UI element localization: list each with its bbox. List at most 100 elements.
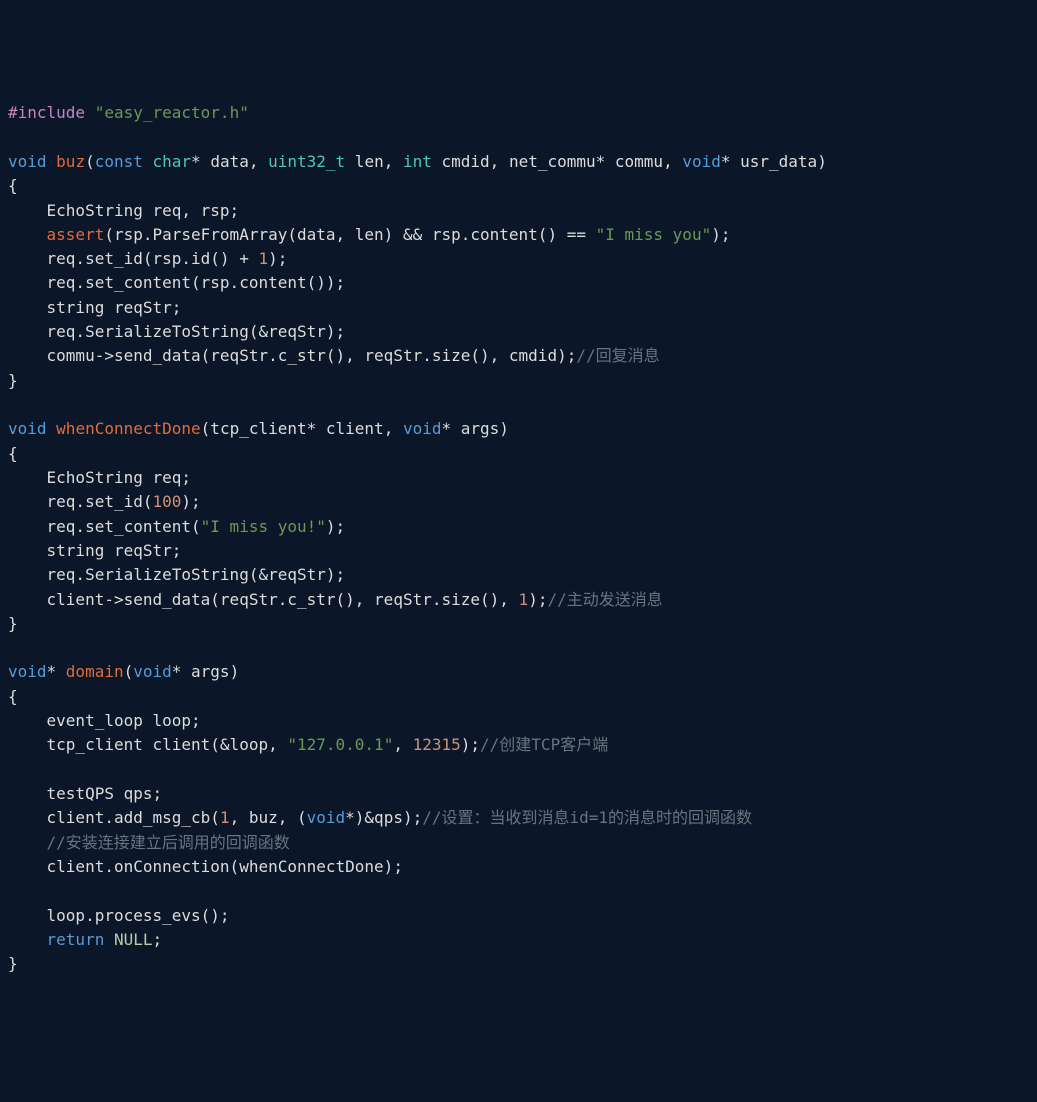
token-kw: return [47,930,114,949]
code-line: testQPS qps; [8,782,1029,806]
token-str: "I miss you" [596,225,712,244]
token-cmt: //主动发送消息 [547,590,662,609]
token-num: 1 [258,249,268,268]
code-line [8,393,1029,417]
code-line: commu->send_data(reqStr.c_str(), reqStr.… [8,344,1029,368]
code-line: } [8,369,1029,393]
token-type: char [153,152,192,171]
token-str: "I miss you!" [201,517,326,536]
token-pl [8,930,47,949]
token-pl: * [47,662,66,681]
code-line: return NULL; [8,928,1029,952]
code-line [8,758,1029,782]
code-line: client.onConnection(whenConnectDone); [8,855,1029,879]
token-cmt: //回复消息 [576,346,659,365]
code-line: EchoString req; [8,466,1029,490]
token-pl [8,833,47,852]
token-pl: client->send_data(reqStr.c_str(), reqStr… [8,590,519,609]
token-pl: ); [461,735,480,754]
token-cmt: //安装连接建立后调用的回调函数 [47,833,290,852]
token-pl: testQPS qps; [8,784,162,803]
token-type: uint32_t [268,152,345,171]
token-pl: } [8,371,18,390]
token-pl: * data, [191,152,268,171]
token-kw: void [403,419,442,438]
code-line: string reqStr; [8,539,1029,563]
token-pl: len, [345,152,403,171]
code-block: #include "easy_reactor.h" void buz(const… [8,101,1029,976]
token-pl: , buz, ( [230,808,307,827]
token-kw: void [133,662,172,681]
token-pl: * usr_data) [721,152,827,171]
token-pl: loop.process_evs(); [8,906,230,925]
token-pl: EchoString req; [8,468,191,487]
token-pl: ; [153,930,163,949]
code-line: tcp_client client(&loop, "127.0.0.1", 12… [8,733,1029,757]
code-line: assert(rsp.ParseFromArray(data, len) && … [8,223,1029,247]
token-pl: EchoString req, rsp; [8,201,239,220]
code-line: req.set_content("I miss you!"); [8,515,1029,539]
token-num: 1 [220,808,230,827]
code-line: { [8,442,1029,466]
token-pl: ); [528,590,547,609]
code-line [8,636,1029,660]
token-str: "127.0.0.1" [287,735,393,754]
token-fn: domain [66,662,124,681]
token-pl: event_loop loop; [8,711,201,730]
token-pl: commu->send_data(reqStr.c_str(), reqStr.… [8,346,576,365]
token-kw: void [682,152,721,171]
token-pl: } [8,954,18,973]
token-pl: req.SerializeToString(&reqStr); [8,565,345,584]
token-kw: void [307,808,346,827]
token-pl: ( [85,152,95,171]
token-kw: void [8,152,56,171]
code-line: { [8,174,1029,198]
code-line: void buz(const char* data, uint32_t len,… [8,150,1029,174]
token-pl: req.set_content( [8,517,201,536]
code-line: client->send_data(reqStr.c_str(), reqStr… [8,588,1029,612]
code-line [8,126,1029,150]
code-line: req.SerializeToString(&reqStr); [8,320,1029,344]
token-pl: ); [326,517,345,536]
code-line: req.SerializeToString(&reqStr); [8,563,1029,587]
token-kw: void [8,419,56,438]
code-line: event_loop loop; [8,709,1029,733]
token-pl: client.add_msg_cb( [8,808,220,827]
token-kw: void [8,662,47,681]
token-pl: *)&qps); [345,808,422,827]
token-nul: NULL [114,930,153,949]
token-pl [8,225,47,244]
token-pl: client.onConnection(whenConnectDone); [8,857,403,876]
code-line: client.add_msg_cb(1, buz, (void*)&qps);/… [8,806,1029,830]
token-fn: assert [47,225,105,244]
token-num: 1 [519,590,529,609]
token-pl: ); [181,492,200,511]
token-cmt: //设置：当收到消息id=1的消息时的回调函数 [422,808,752,827]
token-pl: req.SerializeToString(&reqStr); [8,322,345,341]
code-line: EchoString req, rsp; [8,199,1029,223]
token-pl: * args) [172,662,239,681]
token-kw: const [95,152,153,171]
token-type: int [403,152,432,171]
token-pl: string reqStr; [8,541,181,560]
token-num: 12315 [413,735,461,754]
token-pl: req.set_id( [8,492,153,511]
token-pl: (tcp_client* client, [201,419,403,438]
token-pl: { [8,444,18,463]
code-line: //安装连接建立后调用的回调函数 [8,831,1029,855]
token-pl: { [8,687,18,706]
code-line: loop.process_evs(); [8,904,1029,928]
token-pl: * args) [442,419,509,438]
token-pl: string reqStr; [8,298,181,317]
token-pl: , [393,735,412,754]
code-line: } [8,952,1029,976]
code-line: void whenConnectDone(tcp_client* client,… [8,417,1029,441]
code-line: #include "easy_reactor.h" [8,101,1029,125]
token-fn: buz [56,152,85,171]
code-line: { [8,685,1029,709]
token-str: "easy_reactor.h" [95,103,249,122]
code-line [8,879,1029,903]
code-line: req.set_content(rsp.content()); [8,271,1029,295]
token-pl: { [8,176,18,195]
token-num: 100 [153,492,182,511]
